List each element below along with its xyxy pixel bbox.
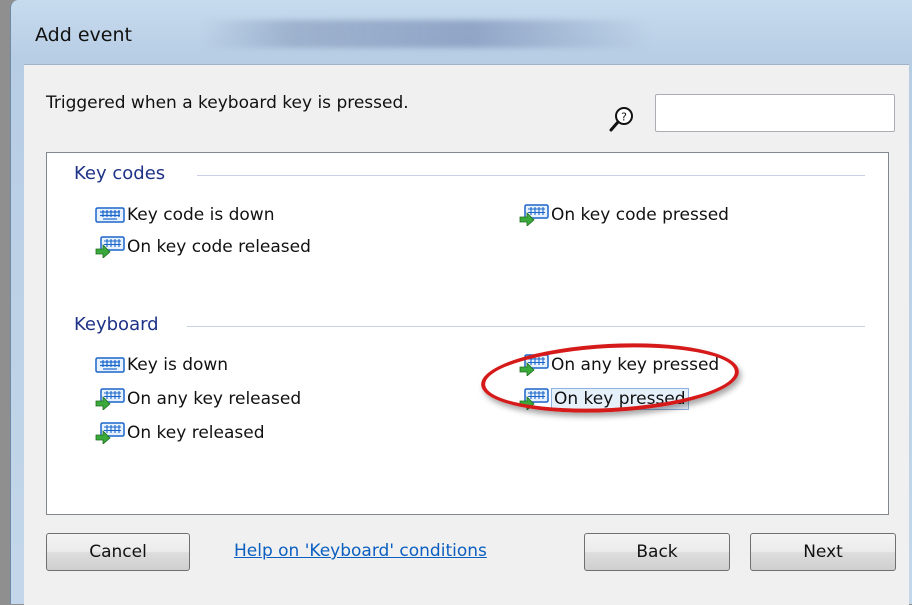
keyboard-icon — [95, 207, 125, 223]
keyboard-arrow-icon — [95, 388, 125, 410]
back-button[interactable]: Back — [584, 533, 730, 571]
keyboard-arrow-icon — [519, 204, 549, 226]
svg-text:?: ? — [621, 111, 627, 124]
event-item-label: On key code pressed — [551, 205, 729, 225]
event-item-label: On key released — [127, 423, 265, 443]
event-item-label: On any key released — [127, 389, 302, 409]
event-item-label: On key pressed — [551, 388, 689, 410]
event-description: Triggered when a keyboard key is pressed… — [46, 93, 409, 113]
event-item[interactable]: On any key pressed — [519, 353, 719, 377]
event-item[interactable]: Key code is down — [95, 203, 274, 227]
event-item[interactable]: On key code released — [95, 235, 311, 259]
keyboard-arrow-icon — [519, 354, 549, 376]
event-item-label: On key code released — [127, 237, 311, 257]
keyboard-arrow-icon — [95, 236, 125, 258]
event-item-label: On any key pressed — [551, 355, 720, 375]
keyboard-arrow-icon — [95, 422, 125, 444]
event-item[interactable]: Key is down — [95, 353, 228, 377]
event-item-selected[interactable]: On key pressed — [519, 387, 689, 411]
group-divider — [197, 175, 865, 176]
group-header-keyboard: Keyboard — [74, 314, 159, 335]
event-item-label: Key code is down — [127, 205, 275, 225]
keyboard-arrow-icon — [519, 388, 549, 410]
dialog-client-area: Triggered when a keyboard key is pressed… — [24, 64, 909, 605]
event-item-label: Key is down — [127, 355, 229, 375]
dialog-window: Add event Triggered when a keyboard key … — [10, 0, 912, 605]
keyboard-icon — [95, 357, 125, 373]
search-input[interactable] — [655, 94, 895, 132]
window-title: Add event — [35, 24, 132, 46]
next-button[interactable]: Next — [750, 533, 896, 571]
event-item[interactable]: On key code pressed — [519, 203, 729, 227]
group-header-key-codes: Key codes — [74, 163, 166, 184]
group-divider — [187, 326, 865, 327]
event-item[interactable]: On key released — [95, 421, 265, 445]
events-list-panel: Key codes Key code is down On key code p… — [46, 152, 889, 515]
cancel-button[interactable]: Cancel — [46, 533, 190, 571]
event-item[interactable]: On any key released — [95, 387, 301, 411]
help-link[interactable]: Help on 'Keyboard' conditions — [234, 541, 487, 561]
blurred-title-background — [201, 20, 651, 48]
search-help-icon: ? — [609, 107, 633, 132]
